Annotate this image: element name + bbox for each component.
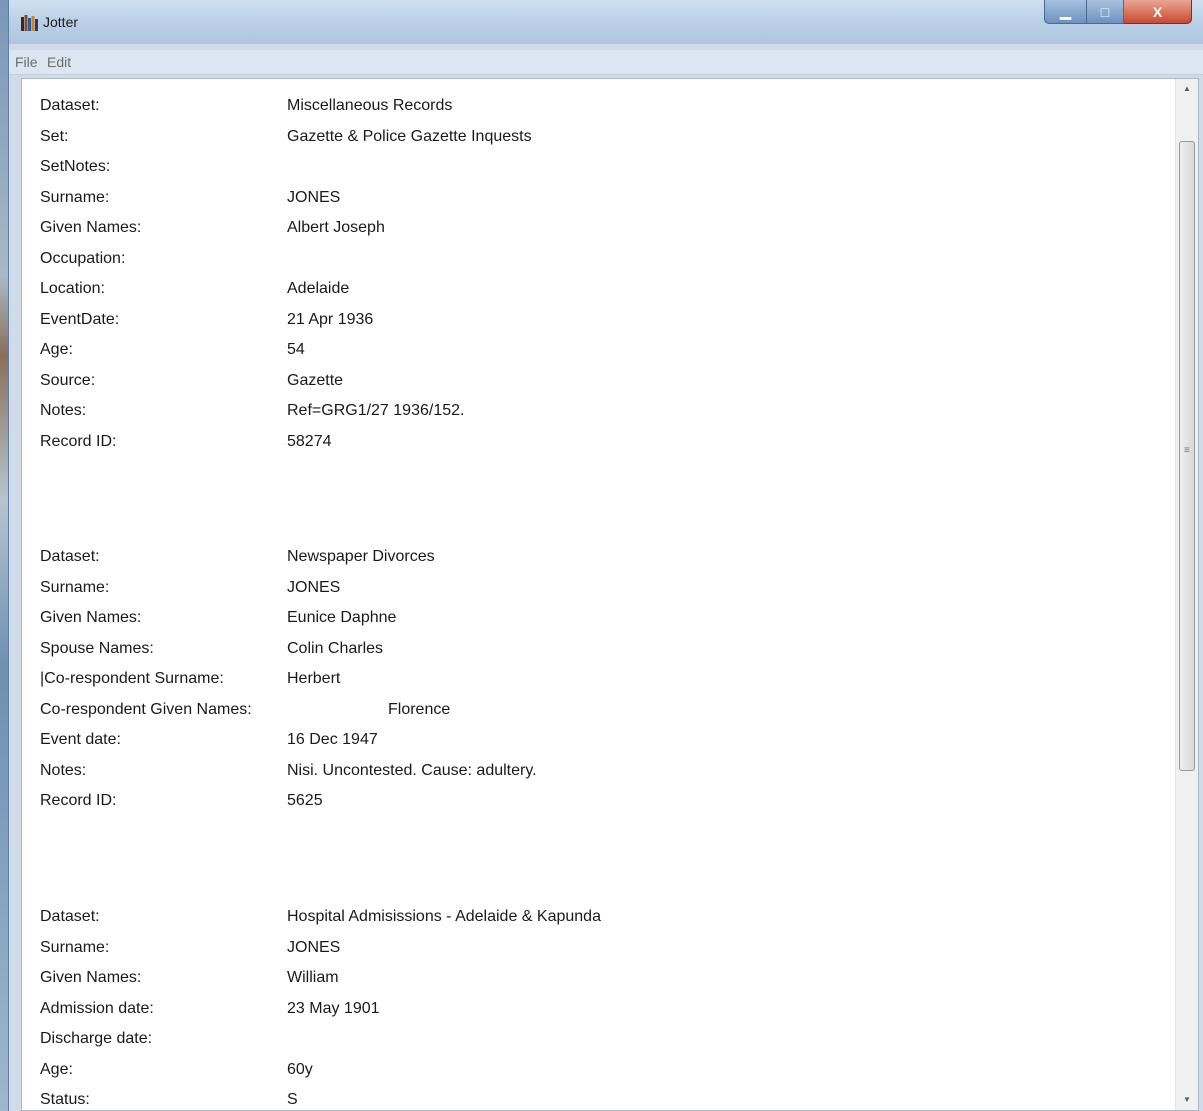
record-field-value: Eunice Daphne [287,609,397,626]
record-field-label: Co-respondent Given Names: [40,701,252,718]
record-field-label: Given Names: [40,609,142,626]
record-field-value: Florence [388,701,451,718]
records-text-area[interactable]: Dataset: Miscellaneous Records Set: Gazette… [21,78,1199,1111]
record-field-value: Newspaper Divorces [287,548,435,565]
record-field-label: Given Names: [40,219,142,236]
record-field-label: SetNotes: [40,158,111,175]
jotter-window: Jotter ▁ □ X File Edit Dataset: Miscellan… [8,0,1203,1111]
record-field-label: Record ID: [40,433,117,450]
record-field-label: Occupation: [40,250,126,267]
record-field-value: William [287,969,339,986]
record-field-label: Status: [40,1091,90,1108]
maximize-icon: □ [1100,3,1110,20]
record-field-value: 60y [287,1061,313,1078]
menu-edit[interactable]: Edit [47,54,71,70]
record-field-label: Notes: [40,762,87,779]
record-field-value: 58274 [287,433,332,450]
record-field-label: Given Names: [40,969,142,986]
record-field-label: Surname: [40,189,110,206]
record-field-value: JONES [287,189,341,206]
record-field-value: Gazette & Police Gazette Inquests [287,128,532,145]
record-field-value: 21 Apr 1936 [287,311,374,328]
record-field-value: S [287,1091,298,1108]
record-field-label: EventDate: [40,311,120,328]
record-field-value: Gazette [287,372,344,389]
record-field-label: Event date: [40,731,121,748]
record-field-label: Discharge date: [40,1030,153,1047]
menu-file[interactable]: File [15,54,38,70]
scroll-up-arrow-icon[interactable]: ▲ [1176,79,1198,99]
record-field-label: Surname: [40,579,110,596]
record-field-label: Age: [40,341,73,358]
record-field-value: 23 May 1901 [287,1000,380,1017]
record-field-value: Hospital Admisissions - Adelaide & Kapun… [287,908,601,925]
record-field-label: |Co-respondent Surname: [40,670,224,687]
record-field-value: JONES [287,939,341,956]
books-icon [21,15,38,31]
maximize-button[interactable]: □ [1087,0,1124,24]
scroll-grip-icon: ≡ [1184,445,1190,456]
record-field-value: 5625 [287,792,323,809]
menu-bar: File Edit [9,50,1203,75]
minimize-button[interactable]: ▁ [1044,0,1087,24]
record-field-value: Albert Joseph [287,219,385,236]
close-icon: X [1152,3,1163,20]
record-field-label: Set: [40,128,69,145]
record-field-value: 16 Dec 1947 [287,731,378,748]
record-field-label: Surname: [40,939,110,956]
record-field-value: Colin Charles [287,640,384,657]
window-title: Jotter [43,14,79,30]
record-field-value: 54 [287,341,305,358]
record-field-label: Age: [40,1061,73,1078]
vertical-scrollbar[interactable]: ▲ ≡ ▼ [1175,79,1198,1110]
record-field-label: Dataset: [40,548,100,565]
record-field-value: Adelaide [287,280,350,297]
record-field-label: Source: [40,372,96,389]
scroll-thumb[interactable]: ≡ [1179,141,1195,771]
minimize-icon: ▁ [1060,3,1071,19]
record-field-label: Dataset: [40,97,100,114]
record-field-value: Herbert [287,670,341,687]
title-bar[interactable]: Jotter ▁ □ X [9,0,1203,44]
record-field-label: Admission date: [40,1000,154,1017]
record-field-label: Record ID: [40,792,117,809]
record-field-label: Dataset: [40,908,100,925]
scroll-down-arrow-icon[interactable]: ▼ [1176,1090,1198,1110]
record-field-value: JONES [287,579,341,596]
record-field-label: Spouse Names: [40,640,154,657]
record-field-label: Location: [40,280,105,297]
close-button[interactable]: X [1124,0,1192,24]
record-field-label: Notes: [40,402,87,419]
record-field-value: Ref=GRG1/27 1936/152. [287,402,465,419]
record-field-value: Miscellaneous Records [287,97,453,114]
record-field-value: Nisi. Uncontested. Cause: adultery. [287,762,537,779]
